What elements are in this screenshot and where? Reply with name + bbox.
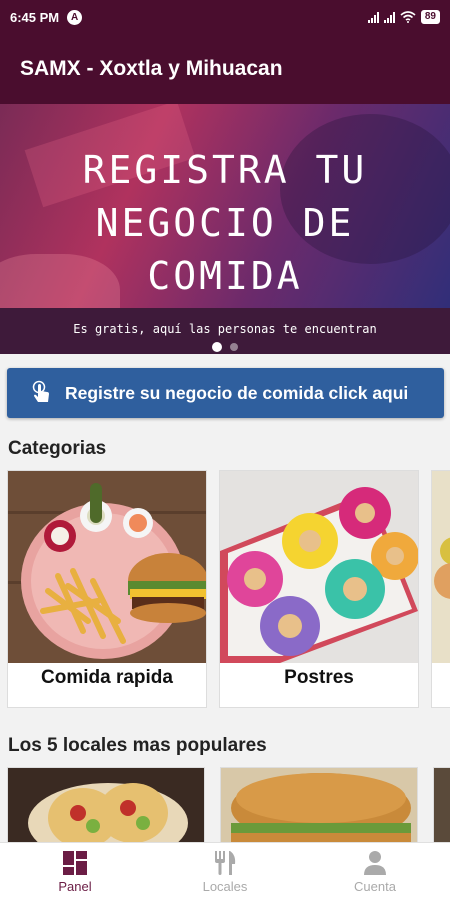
signal-icon-2	[383, 11, 395, 23]
category-image	[8, 471, 206, 663]
category-image	[432, 471, 450, 663]
category-card[interactable]	[431, 470, 450, 708]
notification-icon: A	[67, 9, 83, 25]
categories-title: Categorias	[8, 438, 107, 459]
popular-list[interactable]	[7, 767, 450, 847]
hand-pointer-icon	[32, 380, 49, 402]
category-label: Postres	[284, 667, 354, 688]
banner-line: REGISTRA TU	[82, 148, 368, 192]
popular-title: Los 5 locales mas populares	[8, 735, 267, 756]
wifi-icon	[400, 11, 416, 23]
nav-label: Panel	[58, 879, 92, 894]
category-card[interactable]: Postres	[219, 470, 419, 708]
carousel-dot[interactable]	[212, 342, 222, 352]
nav-item-panel[interactable]: Panel	[0, 843, 150, 900]
popular-card[interactable]	[433, 767, 450, 847]
status-time: 6:45 PM	[10, 9, 60, 25]
banner-line: NEGOCIO DE	[95, 201, 355, 245]
banner-subtitle: Es gratis, aquí las personas te encuentr…	[73, 322, 377, 336]
popular-card[interactable]	[220, 767, 418, 847]
bottom-nav: Panel Locales Cuenta	[0, 842, 450, 900]
register-business-label: Registre su negocio de comida click aqui	[65, 382, 409, 403]
category-label: Comida rapida	[41, 667, 173, 688]
nav-item-cuenta[interactable]: Cuenta	[300, 843, 450, 900]
person-icon	[364, 851, 386, 875]
nav-item-locales[interactable]: Locales	[150, 843, 300, 900]
app-title: SAMX - Xoxtla y Mihuacan	[20, 57, 283, 80]
dashboard-icon	[63, 851, 87, 875]
popular-card[interactable]	[7, 767, 205, 847]
status-bar: 6:45 PM A 89	[0, 0, 450, 34]
register-business-button[interactable]: Registre su negocio de comida click aqui	[7, 368, 444, 418]
carousel-dots	[0, 342, 450, 352]
category-card[interactable]: Comida rapida	[7, 470, 207, 708]
carousel-dot[interactable]	[230, 343, 238, 351]
nav-label: Cuenta	[354, 879, 396, 894]
fork-knife-icon	[215, 851, 236, 875]
nav-label: Locales	[202, 879, 248, 894]
categories-list[interactable]: Comida rapida Postres	[7, 470, 450, 710]
banner-headline: REGISTRA TU NEGOCIO DE COMIDA	[0, 144, 450, 303]
battery-icon: 89	[420, 10, 440, 24]
category-image	[220, 471, 418, 663]
banner-carousel[interactable]: REGISTRA TU NEGOCIO DE COMIDA Es gratis,…	[0, 104, 450, 354]
app-bar: SAMX - Xoxtla y Mihuacan	[0, 34, 450, 104]
signal-icon	[367, 11, 379, 23]
banner-line: COMIDA	[147, 254, 303, 298]
